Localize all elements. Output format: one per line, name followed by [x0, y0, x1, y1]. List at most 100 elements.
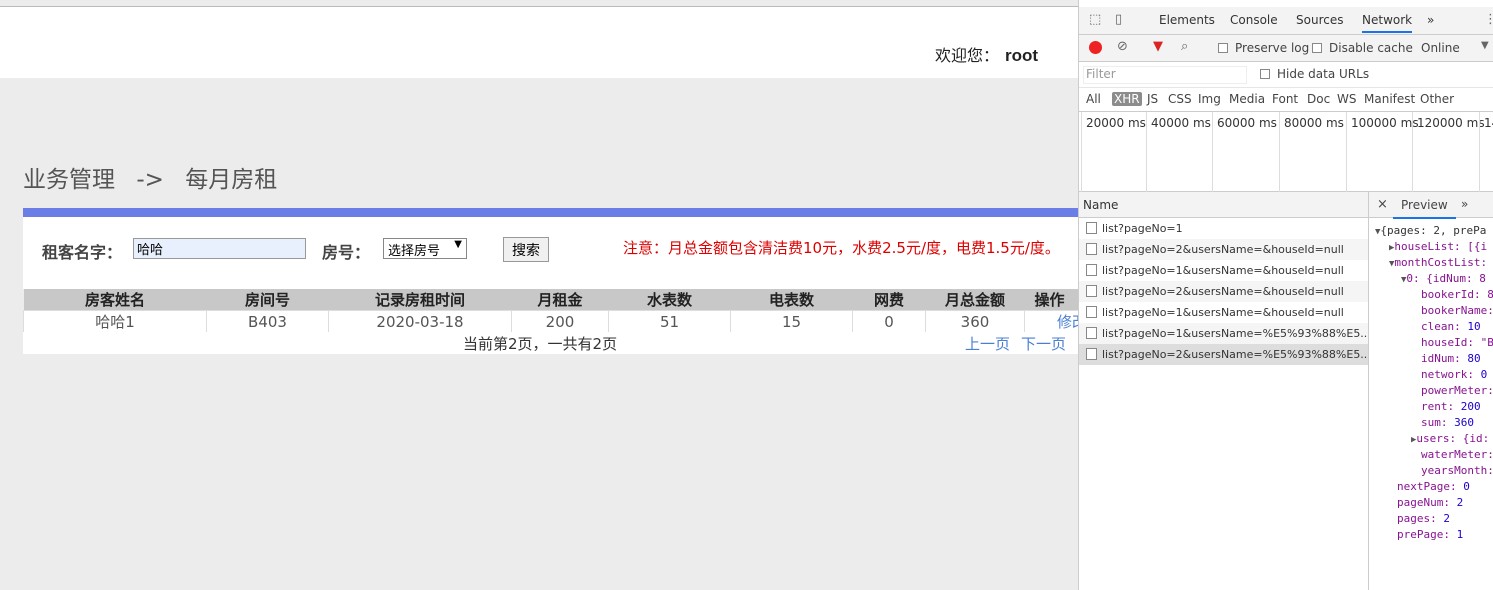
col-rent: 月租金 [511, 289, 609, 311]
preview-tabbar: × Preview » [1369, 192, 1493, 219]
col-tenant-name: 房客姓名 [23, 289, 207, 311]
type-media[interactable]: Media [1229, 92, 1265, 106]
json-watermeter: waterMeter: [1421, 448, 1493, 461]
json-houselist[interactable]: ▶houseList: [{i [1389, 239, 1487, 256]
json-yearsmonth: yearsMonth: [1421, 464, 1493, 477]
file-icon [1086, 306, 1097, 318]
clear-icon[interactable]: ⊘ [1117, 39, 1128, 54]
preserve-log-checkbox[interactable] [1218, 43, 1228, 53]
app-page: 欢迎您： root 业务管理 -> 每月房租 租客名字： 房号： 选择房号 ▼ 搜… [0, 0, 1078, 590]
json-users[interactable]: ▶users: {id: [1411, 431, 1489, 448]
device-toolbar-icon[interactable]: ▯ [1115, 12, 1122, 27]
list-item[interactable]: list?pageNo=1&usersName=%E5%93%88%E5... [1079, 323, 1369, 344]
username: root [1004, 46, 1038, 65]
json-root[interactable]: ▼{pages: 2, prePa [1375, 223, 1486, 240]
network-toolbar: ⊘ ▼ ⌕ Preserve log Disable cache Online … [1079, 35, 1493, 62]
tab-more[interactable]: » [1427, 13, 1434, 27]
timeline-tick: 120000 ms [1412, 112, 1485, 192]
list-item[interactable]: list?pageNo=2&usersName=&houseId=null [1079, 281, 1369, 302]
file-icon [1086, 222, 1097, 234]
json-network: network: 0 [1421, 368, 1488, 381]
list-item[interactable]: list?pageNo=1&usersName=&houseId=null [1079, 260, 1369, 281]
devtools-tabbar: ⬚ ▯ Elements Console Sources Network » ⋮ [1079, 7, 1493, 35]
type-ws[interactable]: WS [1337, 92, 1356, 106]
col-room: 房间号 [206, 289, 329, 311]
timeline-tick: 100000 ms [1346, 112, 1419, 192]
cell-rent: 200 [511, 310, 609, 333]
type-other[interactable]: Other [1420, 92, 1454, 106]
filter-icon[interactable]: ▼ [1153, 39, 1163, 54]
room-select[interactable]: 选择房号 ▼ [383, 238, 467, 259]
table-header-row: 房客姓名 房间号 记录房租时间 月租金 水表数 电表数 网费 月总金额 操作 [23, 289, 1078, 311]
hide-data-urls-label: Hide data URLs [1277, 67, 1370, 81]
json-sum: sum: 360 [1421, 416, 1474, 429]
tab-more[interactable]: » [1461, 197, 1468, 211]
list-item-selected[interactable]: list?pageNo=2&usersName=%E5%93%88%E5... [1079, 344, 1369, 365]
throttle-select[interactable]: Online [1421, 41, 1460, 55]
hide-data-urls-checkbox[interactable] [1260, 69, 1270, 79]
col-record-date: 记录房租时间 [328, 289, 512, 311]
type-css[interactable]: CSS [1168, 92, 1192, 106]
type-js[interactable]: JS [1147, 92, 1158, 106]
list-item[interactable]: list?pageNo=1&usersName=&houseId=null [1079, 302, 1369, 323]
timeline-tick: 60000 ms [1212, 112, 1277, 192]
file-icon [1086, 243, 1097, 255]
tenant-name-input[interactable] [133, 238, 306, 259]
cell-room: B403 [206, 310, 329, 333]
type-manifest[interactable]: Manifest [1364, 92, 1415, 106]
search-panel: 租客名字： 房号： 选择房号 ▼ 搜索 注意：月总金额包含清洁费10元，水费2.… [23, 217, 1078, 289]
timeline-tick: 20000 ms [1081, 112, 1146, 192]
col-network: 网费 [852, 289, 926, 311]
json-preview: ▼{pages: 2, prePa ▶houseList: [{i ▼month… [1369, 218, 1493, 590]
cell-total: 360 [925, 310, 1025, 333]
table-row: 哈哈1 B403 2020-03-18 200 51 15 0 360 修改 [23, 310, 1078, 333]
close-icon[interactable]: × [1377, 197, 1388, 212]
col-action: 操作 [1024, 289, 1078, 311]
timeline-tick: 80000 ms [1279, 112, 1344, 192]
json-idnum: idNum: 80 [1421, 352, 1481, 365]
type-font[interactable]: Font [1272, 92, 1298, 106]
request-list-header: Name [1079, 192, 1369, 218]
cell-water: 51 [608, 310, 731, 333]
json-rent: rent: 200 [1421, 400, 1481, 413]
pagination: 当前第2页，一共有2页 上一页 下一页 [23, 332, 1078, 354]
preserve-log-label: Preserve log [1235, 41, 1310, 55]
rent-table: 房客姓名 房间号 记录房租时间 月租金 水表数 电表数 网费 月总金额 操作 哈… [23, 289, 1078, 333]
type-doc[interactable]: Doc [1307, 92, 1330, 106]
record-icon[interactable] [1089, 41, 1102, 54]
network-timeline[interactable]: 20000 ms 40000 ms 60000 ms 80000 ms 1000… [1079, 112, 1493, 192]
filter-input[interactable]: Filter [1083, 66, 1247, 84]
breadcrumb-section: 业务管理 [23, 167, 115, 193]
json-monthcostlist[interactable]: ▼monthCostList: [1389, 255, 1487, 272]
cell-network: 0 [852, 310, 926, 333]
type-img[interactable]: Img [1198, 92, 1221, 106]
search-icon[interactable]: ⌕ [1181, 39, 1188, 54]
throttle-chevron-icon[interactable]: ▼ [1481, 40, 1489, 51]
disable-cache-checkbox[interactable] [1312, 43, 1322, 53]
tab-preview[interactable]: Preview [1393, 198, 1456, 219]
next-page-link[interactable]: 下一页 [1021, 333, 1066, 354]
list-item[interactable]: list?pageNo=2&usersName=&houseId=null [1079, 239, 1369, 260]
name-column-header[interactable]: Name [1083, 198, 1118, 212]
tab-elements[interactable]: Elements [1159, 13, 1215, 27]
json-item-0[interactable]: ▼0: {idNum: 8 [1401, 271, 1486, 288]
list-item[interactable]: list?pageNo=1 [1079, 218, 1369, 239]
timeline-tick: 14 [1479, 112, 1493, 192]
file-icon [1086, 348, 1097, 360]
tab-sources[interactable]: Sources [1296, 13, 1343, 27]
type-all[interactable]: All [1086, 92, 1101, 106]
type-xhr[interactable]: XHR [1112, 92, 1142, 106]
tab-network[interactable]: Network [1362, 13, 1413, 33]
inspect-icon[interactable]: ⬚ [1089, 12, 1101, 27]
welcome-text: 欢迎您： root [935, 42, 1038, 66]
kebab-menu-icon[interactable]: ⋮ [1484, 12, 1493, 27]
edit-link[interactable]: 修改 [1024, 310, 1078, 333]
json-pages: pages: 2 [1397, 512, 1450, 525]
json-prepage: prePage: 1 [1397, 528, 1464, 541]
search-button[interactable]: 搜索 [503, 237, 549, 262]
tab-console[interactable]: Console [1230, 13, 1278, 27]
cell-name: 哈哈1 [23, 310, 207, 333]
json-nextpage: nextPage: 0 [1397, 480, 1470, 493]
page-info: 当前第2页，一共有2页 [463, 335, 618, 353]
prev-page-link[interactable]: 上一页 [965, 333, 1010, 354]
